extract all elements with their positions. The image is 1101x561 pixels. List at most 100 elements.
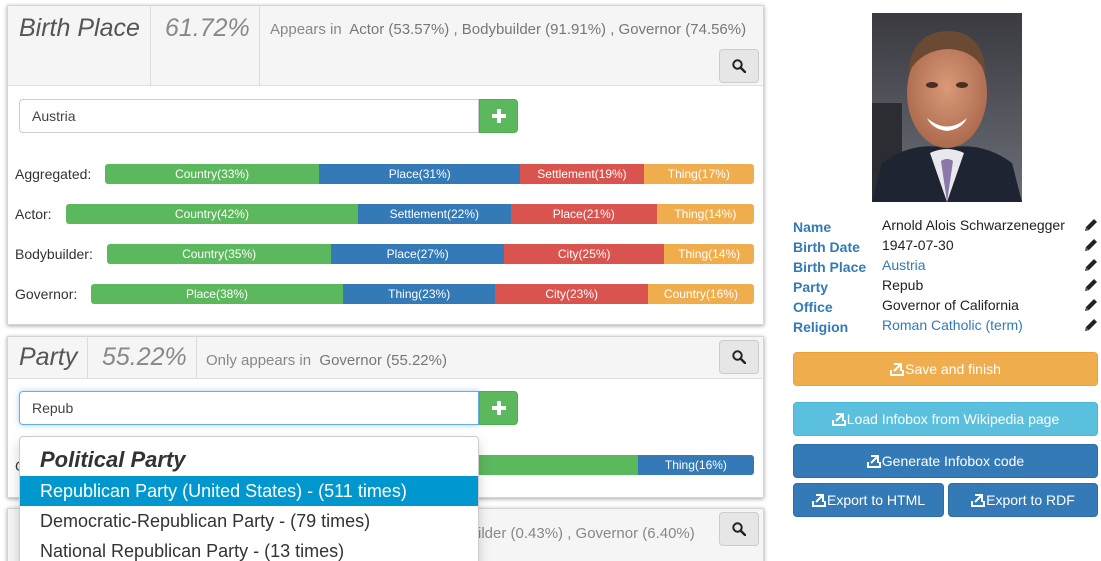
type-bar-segment: Thing(17%) bbox=[643, 164, 754, 184]
save-and-finish-button[interactable]: Save and finish bbox=[793, 352, 1098, 386]
export-icon bbox=[811, 494, 826, 507]
field-key: Birth Date bbox=[793, 239, 860, 255]
type-bar-segment: Country(35%) bbox=[107, 244, 332, 264]
type-bar-segment: City(25%) bbox=[504, 244, 665, 264]
type-bar-governor: Place(38%) Thing(23%) City(23%) Country(16%… bbox=[91, 284, 754, 304]
save-icon bbox=[890, 363, 905, 376]
appears-values: Actor (53.57%) , Bodybuilder (91.91%) , … bbox=[349, 21, 747, 38]
field-key: Religion bbox=[793, 319, 849, 335]
field-value-link[interactable]: Austria bbox=[882, 257, 926, 273]
field-value: Repub bbox=[882, 277, 924, 293]
type-bar-segment: Thing(14%) bbox=[664, 244, 754, 264]
search-icon bbox=[732, 522, 746, 536]
load-infobox-button[interactable]: Load Infobox from Wikipedia page bbox=[793, 402, 1098, 436]
row-label-aggregated: Aggregated: bbox=[15, 166, 92, 182]
autocomplete-item[interactable]: Democratic-Republican Party - (79 times) bbox=[20, 506, 478, 536]
appears-values: Governor (55.22%) bbox=[319, 352, 447, 369]
birth-place-percent: 61.72% bbox=[165, 14, 250, 42]
infobox-row-birth-place: Birth Place Austria bbox=[793, 257, 1101, 277]
export-icon bbox=[866, 455, 881, 468]
birth-place-title: Birth Place bbox=[19, 14, 140, 42]
infobox-row-party: Party Repub bbox=[793, 277, 1101, 297]
pencil-icon[interactable] bbox=[1083, 297, 1099, 313]
infobox-fields: Name Arnold Alois Schwarzenegger Birth D… bbox=[793, 217, 1101, 337]
load-infobox-label: Load Infobox from Wikipedia page bbox=[846, 411, 1060, 427]
type-bar-segment: Settlement(19%) bbox=[520, 164, 644, 184]
type-bar-segment: City(23%) bbox=[495, 284, 648, 304]
generate-infobox-label: Generate Infobox code bbox=[881, 453, 1025, 469]
autocomplete-item[interactable]: Republican Party (United States) - (511 … bbox=[20, 476, 478, 506]
type-bar-segment: Thing(16%) bbox=[637, 455, 754, 475]
autocomplete-item[interactable]: National Republican Party - (13 times) bbox=[20, 536, 478, 561]
type-bar-segment: Settlement(22%) bbox=[357, 204, 511, 224]
autocomplete-dropdown: Political Party Republican Party (United… bbox=[19, 436, 479, 561]
party-title: Party bbox=[19, 343, 78, 371]
party-percent: 55.22% bbox=[102, 343, 187, 371]
plus-icon bbox=[491, 109, 506, 123]
search-icon bbox=[732, 350, 746, 364]
type-bar-actor: Country(42%) Settlement(22%) Place(21%) Thi… bbox=[66, 204, 754, 224]
header-divider bbox=[87, 337, 88, 379]
appears-label: Appears in bbox=[270, 21, 342, 38]
pencil-icon[interactable] bbox=[1083, 237, 1099, 253]
header-divider bbox=[196, 337, 197, 379]
row-label-actor: Actor: bbox=[15, 206, 52, 222]
type-bar-bodybuilder: Country(35%) Place(27%) City(25%) Thing(14%… bbox=[107, 244, 754, 264]
portrait-photo bbox=[872, 13, 1022, 202]
generate-infobox-button[interactable]: Generate Infobox code bbox=[793, 444, 1098, 478]
party-input[interactable] bbox=[19, 391, 479, 425]
third-panel-appears-values: ilder (0.43%) , Governor (6.40%) bbox=[478, 525, 695, 542]
party-search-button[interactable] bbox=[719, 340, 759, 374]
third-panel-search-button[interactable] bbox=[719, 512, 759, 546]
party-panel-header: Party 55.22% Only appears in Governor (5… bbox=[8, 337, 763, 379]
type-bar-aggregated: Country(33%) Place(31%) Settlement(19%) Thi… bbox=[105, 164, 754, 184]
pencil-icon[interactable] bbox=[1083, 277, 1099, 293]
row-label-bodybuilder: Bodybuilder: bbox=[15, 246, 93, 262]
export-rdf-button[interactable]: Export to RDF bbox=[948, 483, 1098, 517]
party-add-button[interactable] bbox=[479, 391, 518, 425]
field-key: Party bbox=[793, 279, 829, 295]
type-bar-segment: Thing(23%) bbox=[342, 284, 496, 304]
field-value: 1947-07-30 bbox=[882, 237, 954, 253]
field-value-link[interactable]: Roman Catholic (term) bbox=[882, 317, 1023, 333]
type-bar-segment: Country(42%) bbox=[66, 204, 358, 224]
appears-label: Only appears in bbox=[206, 352, 312, 369]
row-label-governor: Governor: bbox=[15, 286, 78, 302]
birth-place-panel: Birth Place 61.72% Appears in Actor (53.… bbox=[7, 5, 764, 325]
party-input-row bbox=[19, 391, 518, 425]
infobox-row-religion: Religion Roman Catholic (term) bbox=[793, 317, 1101, 337]
pencil-icon[interactable] bbox=[1083, 217, 1099, 233]
field-key: Birth Place bbox=[793, 259, 867, 275]
pencil-icon[interactable] bbox=[1083, 317, 1099, 333]
infobox-row-birth-date: Birth Date 1947-07-30 bbox=[793, 237, 1101, 257]
type-bar-segment: Thing(14%) bbox=[656, 204, 754, 224]
birth-place-search-button[interactable] bbox=[719, 49, 759, 83]
type-bar-segment: Place(21%) bbox=[510, 204, 657, 224]
birth-place-input[interactable] bbox=[19, 99, 479, 133]
birth-place-appears: Appears in Actor (53.57%) , Bodybuilder … bbox=[270, 21, 746, 38]
field-key: Name bbox=[793, 219, 832, 235]
infobox-row-office: Office Governor of California bbox=[793, 297, 1101, 317]
export-icon bbox=[971, 494, 986, 507]
plus-icon bbox=[491, 401, 506, 415]
field-value: Arnold Alois Schwarzenegger bbox=[882, 217, 1065, 233]
header-divider bbox=[150, 6, 151, 86]
birth-place-input-row bbox=[19, 99, 518, 133]
party-appears: Only appears in Governor (55.22%) bbox=[206, 352, 447, 369]
export-rdf-label: Export to RDF bbox=[986, 492, 1075, 508]
save-and-finish-label: Save and finish bbox=[905, 361, 1001, 377]
type-bar-segment: Place(31%) bbox=[319, 164, 521, 184]
export-icon bbox=[831, 413, 846, 426]
search-icon bbox=[732, 59, 746, 73]
export-html-button[interactable]: Export to HTML bbox=[793, 483, 944, 517]
pencil-icon[interactable] bbox=[1083, 257, 1099, 273]
field-value: Governor of California bbox=[882, 297, 1019, 313]
infobox-row-name: Name Arnold Alois Schwarzenegger bbox=[793, 217, 1101, 237]
type-bar-segment: Place(38%) bbox=[91, 284, 343, 304]
autocomplete-group-header: Political Party bbox=[40, 447, 186, 472]
export-html-label: Export to HTML bbox=[826, 492, 926, 508]
type-bar-segment: Country(16%) bbox=[647, 284, 754, 304]
field-key: Office bbox=[793, 299, 833, 315]
header-divider bbox=[259, 6, 260, 86]
birth-place-add-button[interactable] bbox=[479, 99, 518, 133]
